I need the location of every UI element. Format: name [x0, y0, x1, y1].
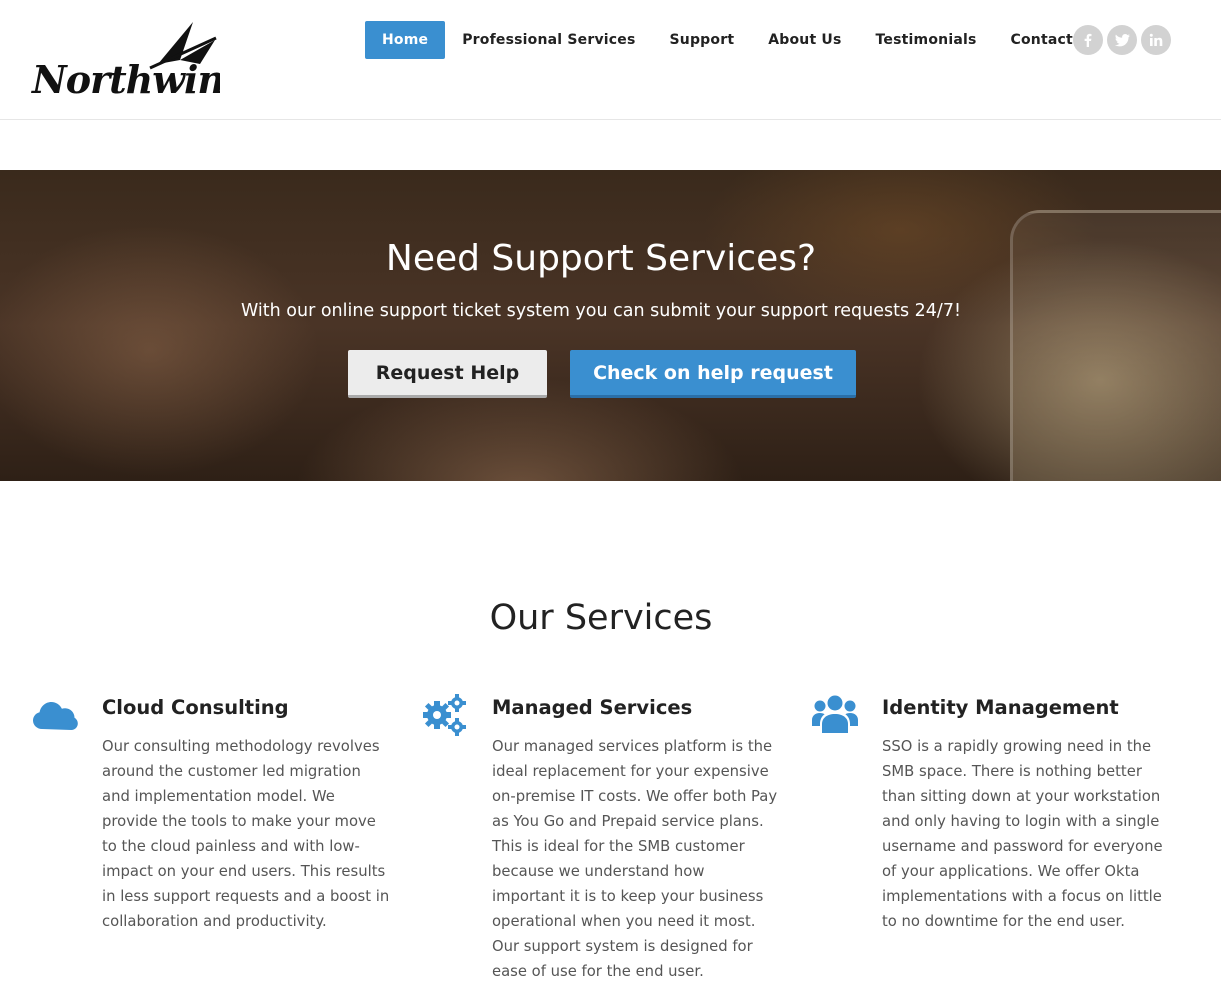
twitter-icon[interactable]	[1107, 25, 1137, 55]
nav-about-us[interactable]: About Us	[751, 21, 858, 59]
site-header: Northwind Home Professional Services Sup…	[0, 0, 1221, 120]
svg-text:Northwind: Northwind	[31, 57, 220, 98]
nav-support[interactable]: Support	[653, 21, 752, 59]
users-icon	[812, 692, 858, 738]
hero-subtitle: With our online support ticket system yo…	[241, 301, 961, 321]
service-description: SSO is a rapidly growing need in the SMB…	[882, 738, 1163, 930]
nav-testimonials[interactable]: Testimonials	[859, 21, 994, 59]
nav-professional-services[interactable]: Professional Services	[445, 21, 652, 59]
facebook-icon[interactable]	[1073, 25, 1103, 55]
check-help-request-button[interactable]: Check on help request	[570, 350, 856, 398]
main-nav: Home Professional Services Support About…	[365, 21, 1090, 59]
nav-home[interactable]: Home	[365, 21, 446, 59]
social-links	[1073, 25, 1171, 55]
gears-icon	[422, 692, 468, 738]
linkedin-icon[interactable]	[1141, 25, 1171, 55]
hero-title: Need Support Services?	[385, 238, 817, 279]
service-title: Cloud Consulting	[102, 696, 289, 719]
service-description: Our consulting methodology revolves arou…	[102, 738, 390, 930]
hero-banner: Need Support Services? With our online s…	[0, 170, 1221, 481]
service-title: Managed Services	[492, 696, 693, 719]
service-description: Our managed services platform is the ide…	[492, 738, 778, 980]
service-title: Identity Management	[882, 696, 1119, 719]
services-heading: Our Services	[489, 598, 713, 638]
request-help-button[interactable]: Request Help	[348, 350, 547, 398]
cloud-icon	[32, 692, 78, 738]
northwind-logo[interactable]: Northwind	[30, 20, 220, 98]
